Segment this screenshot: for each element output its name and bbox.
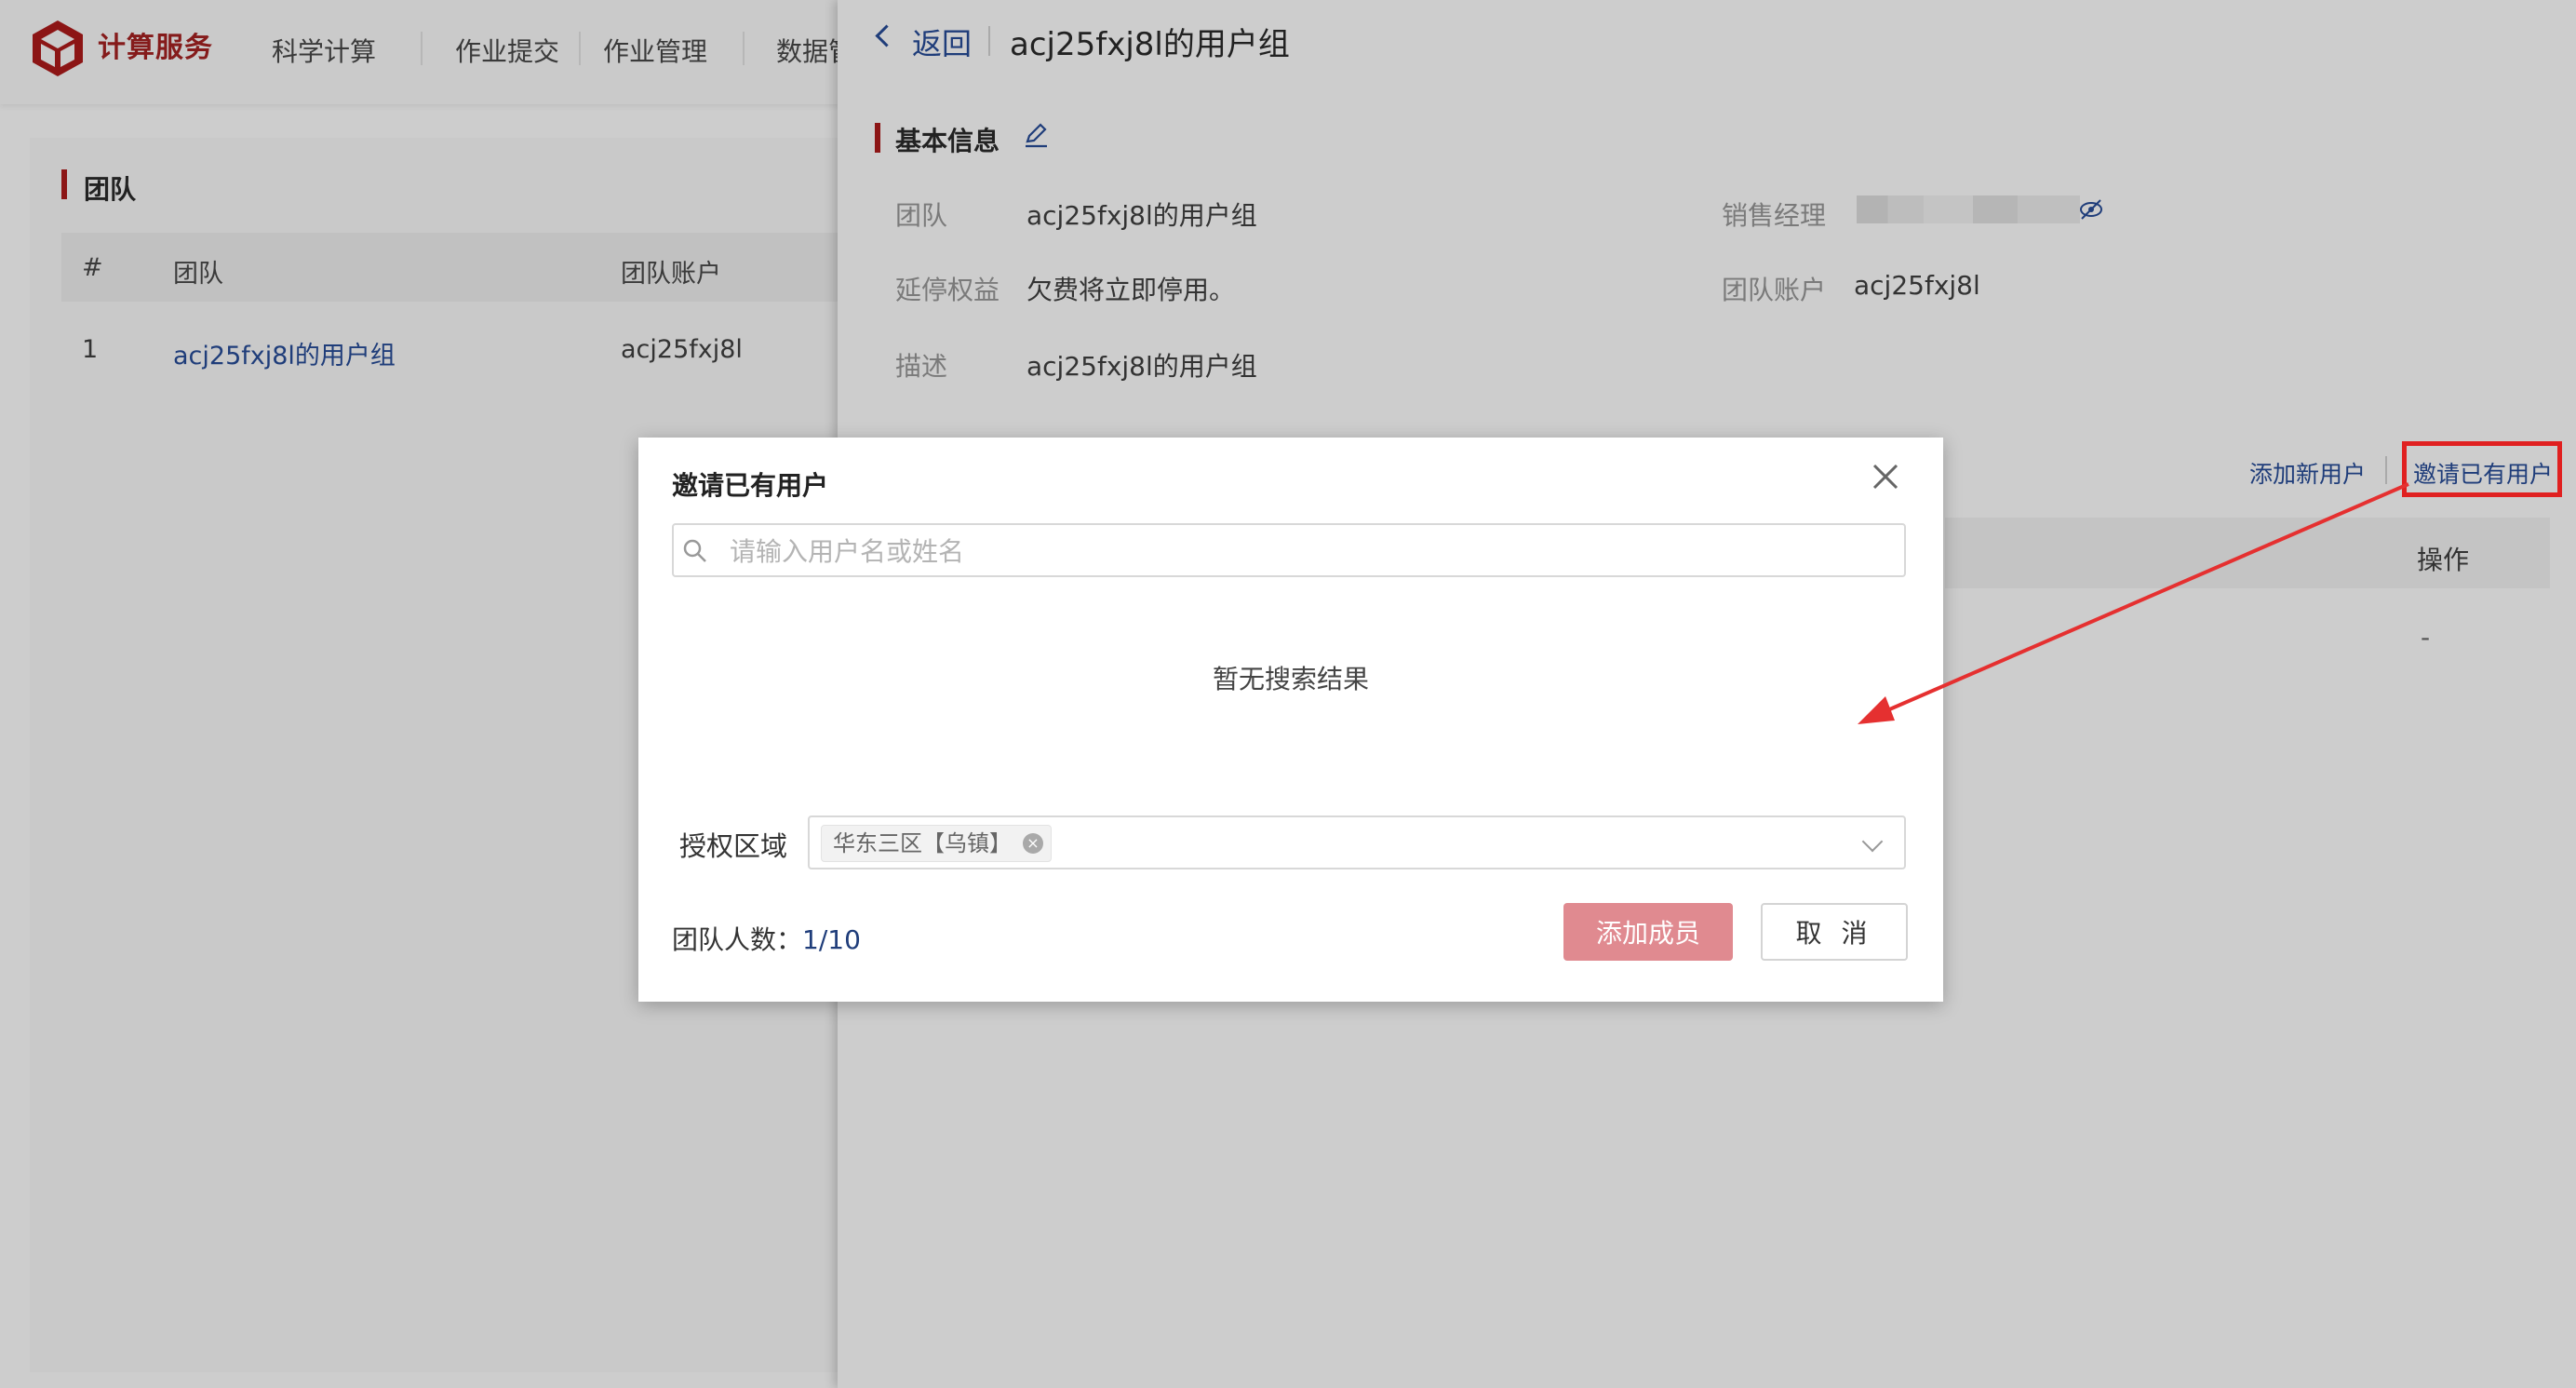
nav-divider [421, 32, 423, 65]
highlight-box [2402, 441, 2562, 497]
row-index: 1 [82, 335, 99, 364]
field-desc-label: 描述 [895, 351, 948, 382]
field-desc-value: acj25fxj8l的用户组 [1026, 351, 1257, 382]
region-select[interactable]: 华东三区【乌镇】 × [808, 815, 1906, 869]
back-button[interactable]: 返回 [912, 20, 972, 63]
nav-job-submit[interactable]: 作业提交 [455, 32, 559, 69]
cube-logo-icon [33, 20, 83, 76]
field-manager-label: 销售经理 [1722, 200, 1827, 231]
brand-name: 计算服务 [98, 32, 213, 64]
add-member-button[interactable]: 添加成员 [1563, 903, 1733, 961]
cancel-button[interactable]: 取 消 [1761, 903, 1908, 961]
nav-science-compute[interactable]: 科学计算 [272, 32, 376, 69]
basic-info-title: 基本信息 [895, 126, 1000, 156]
field-account-label: 团队账户 [1722, 275, 1827, 305]
row-team-account: acj25fxj8l [621, 335, 743, 364]
search-icon [683, 539, 706, 562]
nav-job-manage[interactable]: 作业管理 [603, 32, 707, 69]
empty-result-text: 暂无搜索结果 [1212, 664, 1369, 694]
drawer-title: acj25fxj8l的用户组 [1010, 26, 1290, 63]
col-team: 团队 [173, 260, 223, 289]
field-account-value: acj25fxj8l [1854, 270, 1980, 301]
edit-pencil-icon[interactable] [1022, 121, 1050, 149]
section-marker [875, 123, 880, 153]
field-extend-value: 欠费将立即停用。 [1026, 275, 1236, 305]
user-search-box [672, 523, 1906, 577]
team-member-count: 团队人数：1/10 [672, 920, 861, 957]
invite-user-dialog: 邀请已有用户 暂无搜索结果 授权区域 华东三区【乌镇】 × 团队人数：1/10 … [638, 438, 1943, 1002]
row-operation: - [2421, 622, 2431, 653]
manager-blurred-value [1857, 195, 2080, 223]
region-label: 授权区域 [679, 830, 788, 862]
eye-hidden-icon[interactable] [2077, 195, 2105, 223]
user-search-input[interactable] [728, 531, 1885, 572]
team-link[interactable]: acj25fxj8l的用户组 [173, 335, 396, 371]
tag-remove-icon[interactable]: × [1023, 833, 1043, 854]
team-list-title: 团队 [84, 174, 137, 205]
count-label: 团队人数： [672, 924, 803, 955]
nav-divider [743, 32, 745, 65]
chevron-down-icon[interactable] [1861, 830, 1884, 853]
close-icon[interactable] [1869, 460, 1902, 493]
title-divider [988, 26, 990, 56]
add-new-user-link[interactable]: 添加新用户 [2249, 456, 2366, 490]
dialog-title: 邀请已有用户 [672, 470, 829, 501]
region-tag: 华东三区【乌镇】 × [821, 825, 1052, 862]
section-marker [61, 169, 67, 199]
col-index: # [82, 253, 103, 282]
count-value: 1/10 [802, 924, 861, 955]
action-divider [2385, 456, 2387, 484]
region-tag-label: 华东三区【乌镇】 [833, 830, 1012, 856]
field-team-label: 团队 [895, 200, 948, 231]
field-team-value: acj25fxj8l的用户组 [1026, 200, 1257, 231]
col-team-account: 团队账户 [621, 260, 721, 289]
field-extend-label: 延停权益 [895, 275, 1000, 305]
col-operation: 操作 [2417, 545, 2470, 575]
nav-divider [579, 32, 581, 65]
